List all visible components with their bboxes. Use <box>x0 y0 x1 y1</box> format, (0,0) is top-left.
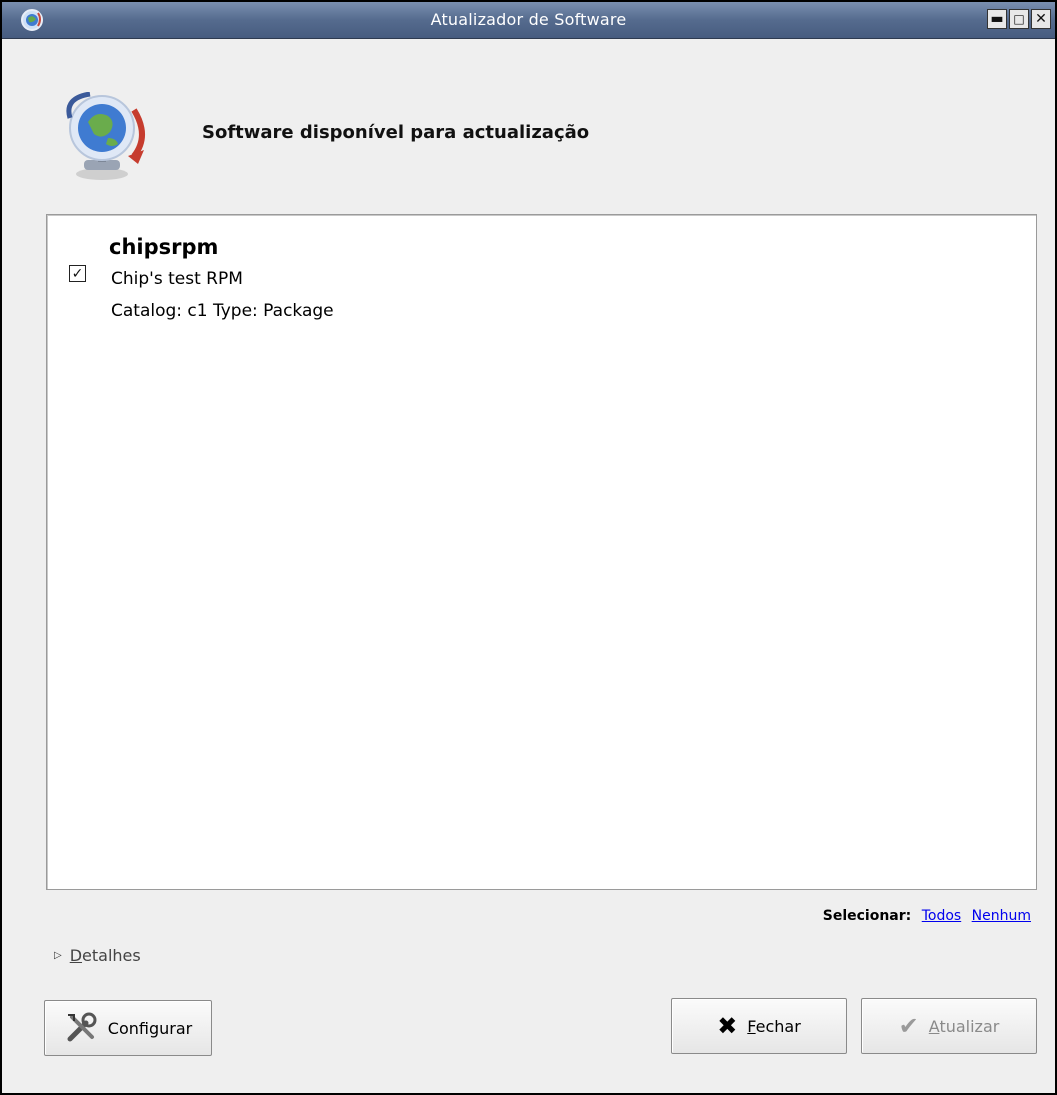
title-bar[interactable]: Atualizador de Software ▬ □ ✕ <box>2 2 1055 39</box>
close-label: Fechar <box>747 1016 801 1036</box>
configure-button[interactable]: Configurar <box>44 1000 212 1056</box>
select-none-link[interactable]: Nenhum <box>972 908 1031 924</box>
checkmark-icon: ✓ <box>71 265 84 282</box>
update-list[interactable]: ✓ chipsrpm Chip's test RPM Catalog: c1 T… <box>46 214 1037 890</box>
package-row[interactable]: ✓ chipsrpm Chip's test RPM Catalog: c1 T… <box>47 215 1036 335</box>
header: Software disponível para actualização <box>50 92 950 182</box>
close-window-button[interactable]: ✕ <box>1031 9 1051 29</box>
window-title: Atualizador de Software <box>430 10 627 29</box>
select-all-link[interactable]: Todos <box>922 908 961 924</box>
package-description: Chip's test RPM <box>111 269 243 289</box>
header-title: Software disponível para actualização <box>202 122 590 143</box>
package-meta: Catalog: c1 Type: Package <box>111 301 334 321</box>
close-button[interactable]: ✖ Fechar <box>671 998 847 1054</box>
globe-update-icon <box>66 92 145 180</box>
select-label: Selecionar: <box>822 908 912 924</box>
details-expander[interactable]: ▷ Detalhes <box>54 946 141 965</box>
package-checkbox[interactable]: ✓ <box>69 265 86 282</box>
minimize-button[interactable]: ▬ <box>987 9 1007 29</box>
close-x-icon: ✖ <box>717 1012 738 1040</box>
software-updater-window: Atualizador de Software ▬ □ ✕ Software d… <box>0 0 1057 1095</box>
tools-icon <box>67 1012 97 1042</box>
package-name: chipsrpm <box>109 235 219 259</box>
maximize-button[interactable]: □ <box>1009 9 1029 29</box>
update-button[interactable]: ✔ Atualizar <box>861 998 1037 1054</box>
maximize-icon: □ <box>1013 12 1025 26</box>
update-label: Atualizar <box>928 1016 1000 1036</box>
window-controls: ▬ □ ✕ <box>987 9 1051 31</box>
configure-label: Configurar <box>107 1018 193 1038</box>
details-label: Detalhes <box>69 946 141 965</box>
expander-arrow-icon: ▷ <box>54 950 62 961</box>
close-icon: ✕ <box>1035 11 1047 27</box>
update-checkmark-icon: ✔ <box>898 1012 919 1040</box>
select-row: Selecionar: Todos Nenhum <box>823 908 1031 924</box>
minimize-icon: ▬ <box>990 11 1004 27</box>
